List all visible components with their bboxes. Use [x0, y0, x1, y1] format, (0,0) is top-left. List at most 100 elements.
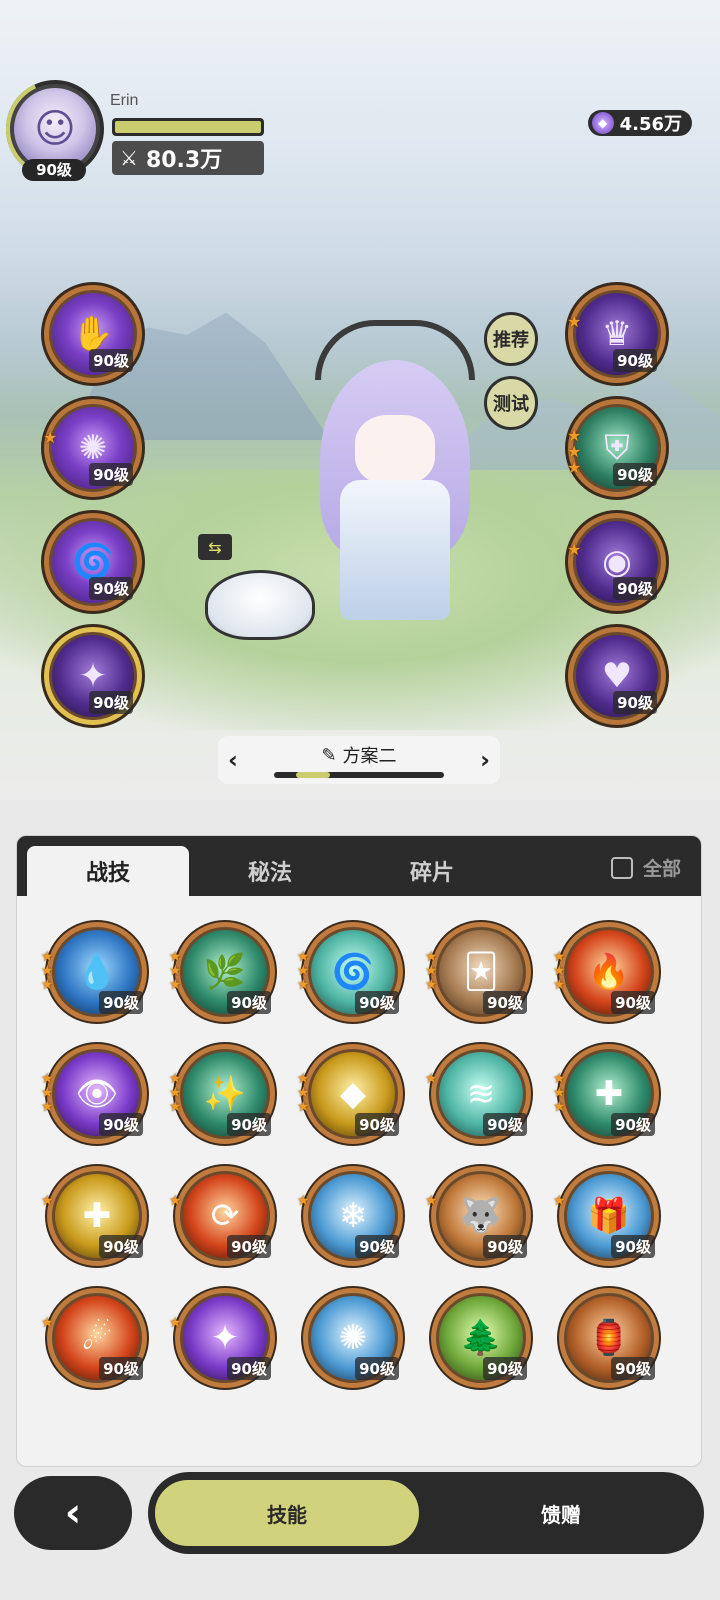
skill-grid: 💧 ★ ★ ★ 90级 🌿 ★ ★ ★ 90级 🌀 ★ ★ ★ 90级 🃏 ★ ★ ★ 90级 🔥 ★ ★ ★ 90级 👁 ★ ★ ★ 9… [41, 922, 659, 1388]
star-icon: ★ [553, 1085, 566, 1101]
combat-power: ⚔ 80.3万 [112, 141, 264, 175]
skill-card[interactable]: ✺ 90级 [303, 1288, 403, 1388]
preset-label-row[interactable]: ✎ 方案二 [321, 742, 396, 768]
star-icon: ★ [41, 1085, 54, 1101]
hp-bar-fill [115, 121, 261, 133]
skill-card[interactable]: 🐺 ★ 90级 [425, 1166, 531, 1266]
chevron-right-icon[interactable]: › [480, 746, 490, 774]
star-icon: ★ [567, 458, 582, 477]
skill-card[interactable]: 🏮 90级 [559, 1288, 659, 1388]
star-rating: ★ [297, 1194, 310, 1208]
star-rating: ★ [169, 1316, 182, 1330]
star-icon: ★ [41, 977, 54, 993]
skill-card[interactable]: ☄ ★ 90级 [41, 1288, 147, 1388]
swap-icon[interactable]: ⇆ [198, 534, 232, 560]
hero-scene: ☺ 90级 Erin ⚔ 80.3万 ◆ 4.56万 ✋ 90级 ✺ ★ 90级… [0, 0, 720, 800]
star-rating: ★ [169, 1194, 182, 1208]
skill-card[interactable]: ✚ ★ 90级 [41, 1166, 147, 1266]
star-icon: ★ [169, 1099, 182, 1115]
skill-card[interactable]: 🔥 ★ ★ ★ 90级 [553, 922, 659, 1022]
bottom-bar: ‹ 技能 馈赠 [0, 1468, 720, 1600]
skill-card[interactable]: ✚ ★ ★ ★ 90级 [553, 1044, 659, 1144]
star-icon: ★ [553, 1193, 566, 1209]
skill-card[interactable]: 👁 ★ ★ ★ 90级 [41, 1044, 147, 1144]
skill-card[interactable]: 🌲 90级 [431, 1288, 531, 1388]
skill-card[interactable]: ❄ ★ 90级 [297, 1166, 403, 1266]
show-all-toggle[interactable]: 全部 [610, 854, 681, 881]
equipped-skill-slot-right-4[interactable]: ♥ 90级 [568, 627, 666, 725]
slot-level: 90级 [613, 463, 657, 486]
star-icon: ★ [41, 1315, 54, 1331]
star-icon: ★ [553, 949, 566, 965]
equipped-skill-slot-left-3[interactable]: 🌀 90级 [44, 513, 142, 611]
skill-level: 90级 [99, 1113, 143, 1136]
skill-level: 90级 [227, 1357, 271, 1380]
star-icon: ★ [297, 1193, 310, 1209]
star-icon: ★ [169, 977, 182, 993]
skill-card[interactable]: 💧 ★ ★ ★ 90级 [41, 922, 147, 1022]
star-icon: ★ [169, 1085, 182, 1101]
star-icon: ★ [169, 949, 182, 965]
star-icon: ★ [297, 963, 310, 979]
skill-card[interactable]: 🃏 ★ ★ ★ 90级 [425, 922, 531, 1022]
skill-level: 90级 [355, 1357, 399, 1380]
skill-level: 90级 [227, 1235, 271, 1258]
currency-amount: 4.56万 [619, 114, 682, 135]
preset-name: 方案二 [342, 746, 397, 767]
star-rating: ★ ★ ★ [425, 950, 438, 992]
star-icon: ★ [41, 1193, 54, 1209]
skill-level: 90级 [99, 1235, 143, 1258]
back-button[interactable]: ‹ [14, 1476, 132, 1550]
skill-card[interactable]: 🎁 ★ 90级 [553, 1166, 659, 1266]
mode-switch: 技能 馈赠 [148, 1472, 704, 1554]
tab-combat-skills[interactable]: 战技 [27, 846, 189, 896]
gift-tab-button[interactable]: 馈赠 [422, 1477, 700, 1549]
skill-level: 90级 [611, 1113, 655, 1136]
equipped-skill-slot-right-3[interactable]: ◉ ★ 90级 [567, 513, 666, 611]
star-rating: ★ ★ ★ [41, 950, 54, 992]
star-rating: ★ [553, 1194, 566, 1208]
skill-level: 90级 [227, 1113, 271, 1136]
star-icon: ★ [43, 428, 58, 447]
skill-card[interactable]: 🌀 ★ ★ ★ 90级 [297, 922, 403, 1022]
test-button[interactable]: 测试 [484, 376, 538, 430]
star-icon: ★ [41, 949, 54, 965]
slot-level: 90级 [89, 349, 133, 372]
chevron-left-icon: ‹ [64, 1490, 82, 1536]
star-icon: ★ [425, 949, 438, 965]
equipped-skill-slot-left-1[interactable]: ✋ 90级 [44, 285, 142, 383]
currency-display[interactable]: ◆ 4.56万 [587, 110, 692, 136]
star-rating: ★ ★ ★ [169, 950, 182, 992]
chevron-left-icon[interactable]: ‹ [228, 746, 238, 774]
recommend-button[interactable]: 推荐 [484, 312, 538, 366]
skill-card[interactable]: ⟳ ★ 90级 [169, 1166, 275, 1266]
star-icon: ★ [553, 1071, 566, 1087]
skill-level: 90级 [611, 1357, 655, 1380]
preset-progress-thumb [296, 772, 330, 778]
preset-progress [274, 772, 444, 778]
equipped-skill-slot-left-4[interactable]: ✦ 90级 [44, 627, 142, 725]
star-rating: ★ [41, 1194, 54, 1208]
tab-secret-arts[interactable]: 秘法 [189, 846, 351, 896]
star-rating: ★ ★ ★ [553, 950, 566, 992]
skill-card[interactable]: ◆ ★ ★ ★ 90级 [297, 1044, 403, 1144]
skills-tab-button[interactable]: 技能 [152, 1477, 422, 1549]
skill-card[interactable]: ≋ ★ 90级 [425, 1044, 531, 1144]
equipped-skill-slot-right-2[interactable]: ⛨ ★ ★ ★ 90级 [567, 399, 666, 497]
slot-level: 90级 [613, 349, 657, 372]
equipped-skill-slot-left-2[interactable]: ✺ ★ 90级 [43, 399, 142, 497]
equipped-skill-slot-right-1[interactable]: ♛ ★ 90级 [567, 285, 666, 383]
show-all-checkbox[interactable] [610, 856, 633, 879]
tab-fragments[interactable]: 碎片 [351, 846, 513, 896]
skill-card[interactable]: ✨ ★ ★ ★ 90级 [169, 1044, 275, 1144]
skill-level: 90级 [355, 1113, 399, 1136]
star-icon: ★ [41, 1099, 54, 1115]
skill-card[interactable]: ✦ ★ 90级 [169, 1288, 275, 1388]
skill-card[interactable]: 🌿 ★ ★ ★ 90级 [169, 922, 275, 1022]
skill-level: 90级 [483, 991, 527, 1014]
knight-helmet-pet[interactable] [205, 570, 315, 640]
tab-bar: 战技 秘法 碎片 全部 [17, 836, 701, 896]
player-name: Erin [110, 92, 139, 109]
star-icon: ★ [425, 977, 438, 993]
star-icon: ★ [169, 1071, 182, 1087]
